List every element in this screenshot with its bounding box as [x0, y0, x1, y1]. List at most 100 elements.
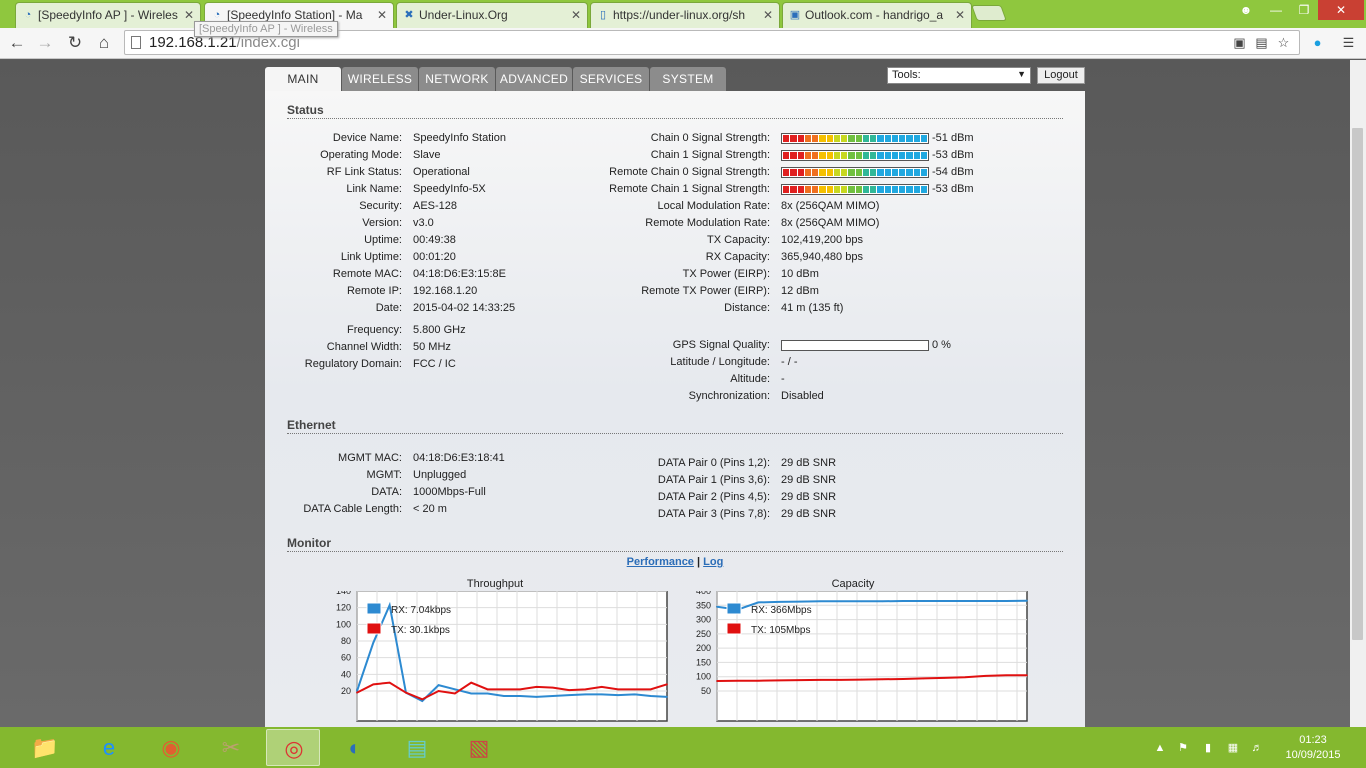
browser-tab[interactable]: ✖ Under-Linux.Org ✕: [396, 2, 588, 28]
y-tick-label: 140: [336, 591, 351, 596]
field-label: Synchronization:: [688, 390, 770, 402]
data-point: [798, 679, 801, 681]
chrome-icon: ◎: [284, 736, 304, 761]
taskbar-app-button[interactable]: ▧: [452, 729, 506, 766]
ethernet-section-title: Ethernet: [287, 418, 1063, 434]
field-label: Altitude:: [730, 373, 770, 385]
minimize-button[interactable]: —: [1262, 0, 1290, 20]
menu-icon[interactable]: ☰: [1340, 34, 1357, 51]
taskbar-app-button[interactable]: e: [82, 729, 136, 766]
y-tick-label: 50: [701, 686, 711, 696]
taskbar-app-button[interactable]: ◐: [328, 729, 382, 766]
wifi-icon: ◔: [213, 9, 221, 21]
nav-tab-services[interactable]: SERVICES: [573, 67, 649, 91]
logout-button[interactable]: Logout: [1037, 67, 1085, 84]
tray-expand-icon[interactable]: ▲: [1153, 741, 1167, 755]
new-tab-button[interactable]: [971, 5, 1007, 21]
data-point: [486, 688, 489, 691]
throughput-chart: 140 120 100 80 60 40 20 RX: 7.04kbps TX: 30.1kbp…: [336, 591, 668, 722]
y-tick-label: 100: [336, 619, 351, 629]
taskbar-app-button[interactable]: ▤: [390, 729, 444, 766]
field-value: -54 dBm: [932, 166, 974, 178]
file-explorer-icon: 📁: [31, 735, 59, 760]
data-point: [568, 694, 570, 696]
close-tab-icon[interactable]: ✕: [571, 8, 581, 22]
nav-tab-system[interactable]: SYSTEM: [650, 67, 726, 91]
data-point: [819, 679, 822, 681]
tools-select[interactable]: Tools: ▼: [887, 67, 1031, 84]
browser-tab[interactable]: ◔ [SpeedyInfo AP ] - Wireles ✕: [15, 2, 201, 28]
note-app-icon: ▤: [406, 735, 428, 760]
field-value: 12 dBm: [781, 285, 819, 297]
page-icon: [131, 36, 141, 49]
network-icon[interactable]: ▦: [1226, 741, 1240, 755]
data-point: [798, 600, 801, 603]
browser-tab[interactable]: ▣ Outlook.com - handrigo_a ✕: [782, 2, 972, 28]
field-label: RX Capacity:: [705, 251, 770, 263]
taskbar-clock[interactable]: 01:23 10/09/2015: [1282, 733, 1344, 763]
forward-icon[interactable]: →: [34, 32, 56, 54]
field-value: 5.800 GHz: [413, 324, 466, 336]
skype-icon[interactable]: ●: [1309, 34, 1326, 51]
extension-icon[interactable]: ▣: [1231, 34, 1248, 51]
gps-row: GPS Signal Quality: 0 %: [265, 339, 1085, 353]
field-value: 102,419,200 bps: [781, 234, 863, 246]
data-point: [984, 600, 987, 602]
signal-row: Remote Chain 1 Signal Strength: -53 dBm: [265, 183, 1085, 197]
close-tab-icon[interactable]: ✕: [763, 8, 773, 22]
close-window-button[interactable]: ✕: [1318, 0, 1364, 20]
close-tab-icon[interactable]: ✕: [184, 8, 194, 22]
data-point: [372, 683, 375, 686]
close-tab-icon[interactable]: ✕: [377, 8, 387, 22]
field-value: 8x (256QAM MIMO): [781, 200, 880, 212]
y-tick-label: 100: [696, 672, 711, 682]
battery-icon[interactable]: ▮: [1201, 741, 1215, 755]
field-value: -51 dBm: [932, 132, 974, 144]
nav-tab-network[interactable]: NETWORK: [419, 67, 495, 91]
page-icon: ▯: [599, 9, 607, 21]
data-point: [584, 693, 587, 696]
y-tick-label: 350: [696, 600, 711, 610]
data-point: [666, 696, 668, 698]
close-tab-icon[interactable]: ✕: [955, 8, 965, 22]
translate-icon[interactable]: ▤: [1253, 34, 1270, 51]
field-value: 365,940,480 bps: [781, 251, 863, 263]
field-value: 29 dB SNR: [781, 474, 837, 486]
user-icon[interactable]: ☻: [1232, 0, 1260, 20]
taskbar-app-button[interactable]: ◎: [266, 729, 320, 766]
paint-app-icon: ▧: [468, 735, 490, 760]
restore-button[interactable]: ❐: [1290, 0, 1318, 20]
field-value: 10 dBm: [781, 268, 819, 280]
data-point: [486, 692, 489, 695]
browser-tab[interactable]: ▯ https://under-linux.org/sh ✕: [590, 2, 780, 28]
data-point: [881, 600, 884, 603]
status-row: TX Power (EIRP): 10 dBm: [265, 268, 1085, 282]
performance-link[interactable]: Performance: [627, 556, 694, 568]
taskbar-app-button[interactable]: 📁: [18, 729, 72, 766]
signal-row: Chain 1 Signal Strength: -53 dBm: [265, 149, 1085, 163]
legend-swatch: [366, 602, 382, 615]
legend-label: TX: 30.1kbps: [391, 625, 450, 636]
reload-icon[interactable]: ↻: [64, 32, 86, 54]
data-point: [600, 693, 603, 696]
nav-tab-wireless[interactable]: WIRELESS: [342, 67, 418, 91]
data-point: [372, 641, 375, 644]
bookmark-star-icon[interactable]: ☆: [1275, 34, 1292, 51]
data-point: [922, 677, 925, 680]
volume-icon[interactable]: ♬: [1250, 741, 1264, 755]
taskbar-app-button[interactable]: ◉: [144, 729, 198, 766]
page-scrollbar[interactable]: [1350, 60, 1366, 727]
field-label: GPS Signal Quality:: [672, 339, 770, 351]
taskbar-app-button[interactable]: ✂: [204, 729, 258, 766]
data-point: [840, 600, 842, 603]
scrollbar-thumb[interactable]: [1352, 128, 1363, 640]
home-icon[interactable]: ⌂: [93, 32, 115, 54]
airos-page: MAIN WIRELESS NETWORK ADVANCED SERVICES SYSTE…: [265, 60, 1085, 727]
field-label: Latitude / Longitude:: [670, 356, 770, 368]
nav-tab-advanced[interactable]: ADVANCED: [496, 67, 572, 91]
log-link[interactable]: Log: [703, 556, 723, 568]
data-point: [778, 601, 780, 603]
nav-tab-main[interactable]: MAIN: [265, 67, 341, 93]
back-icon[interactable]: ←: [6, 32, 28, 54]
action-center-icon[interactable]: ⚑: [1176, 741, 1190, 755]
